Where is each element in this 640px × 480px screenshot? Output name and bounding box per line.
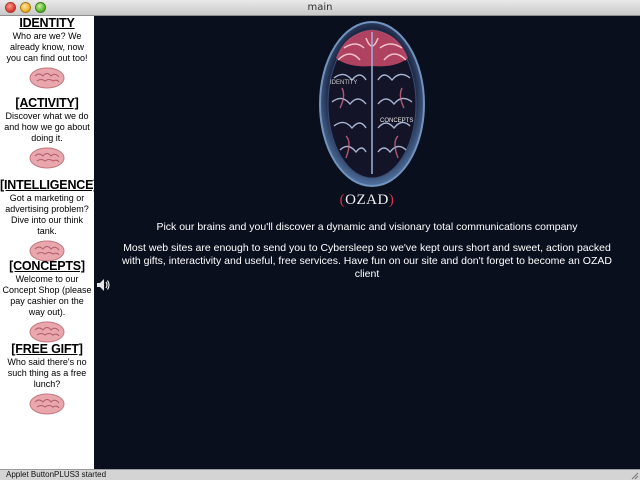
concepts-link[interactable]: [CONCEPTS] <box>0 259 94 273</box>
sidebar-section-free-gift: [FREE GIFT] Who said there's no such thi… <box>0 342 94 416</box>
sidebar-section-concepts: [CONCEPTS] Welcome to our Concept Shop (… <box>0 259 94 344</box>
activity-link[interactable]: [ACTIVITY] <box>0 96 94 110</box>
activity-desc: Discover what we do and how we go about … <box>4 111 90 143</box>
window-titlebar: main <box>0 0 640 16</box>
sidebar-section-intelligence: [INTELLIGENCE] Got a marketing or advert… <box>0 178 94 263</box>
sidebar-section-activity: [ACTIVITY] Discover what we do and how w… <box>0 96 94 170</box>
brand-name: OZAD <box>345 192 389 208</box>
window-title: main <box>307 2 333 13</box>
brand-paren-close: ) <box>388 192 395 208</box>
sidebar-section-identity: IDENTITY Who are we? We already know, no… <box>0 16 94 90</box>
speaker-icon[interactable] <box>95 276 111 294</box>
intelligence-desc: Got a marketing or advertising problem? … <box>5 193 89 236</box>
intro-text: Most web sites are enough to send you to… <box>122 242 612 280</box>
brain-label-concepts[interactable]: CONCEPTS <box>380 118 413 124</box>
main-frame: IDENTITY CONCEPTS (OZAD) Pick our brains… <box>94 16 640 469</box>
resize-grip-icon[interactable] <box>630 471 639 480</box>
sidebar: IDENTITY Who are we? We already know, no… <box>0 16 94 469</box>
intelligence-link[interactable]: [INTELLIGENCE] <box>0 178 94 192</box>
brain-icon[interactable] <box>27 320 67 344</box>
brain-icon[interactable] <box>27 66 67 90</box>
brain-label-identity[interactable]: IDENTITY <box>330 80 357 86</box>
concepts-desc: Welcome to our Concept Shop (please pay … <box>2 274 92 317</box>
brain-icon[interactable] <box>27 146 67 170</box>
free-gift-link[interactable]: [FREE GIFT] <box>0 342 94 356</box>
identity-desc: Who are we? We already know, now you can… <box>6 31 88 63</box>
brain-scan-image: IDENTITY CONCEPTS <box>319 21 425 187</box>
brand-wordmark: (OZAD) <box>94 192 640 209</box>
brain-icon[interactable] <box>27 392 67 416</box>
identity-link[interactable]: IDENTITY <box>0 16 94 30</box>
status-bar: Applet ButtonPLUS3 started <box>0 469 640 480</box>
free-gift-desc: Who said there's no such thing as a free… <box>7 357 87 389</box>
status-text: Applet ButtonPLUS3 started <box>6 470 107 479</box>
tagline: Pick our brains and you'll discover a dy… <box>156 221 578 233</box>
